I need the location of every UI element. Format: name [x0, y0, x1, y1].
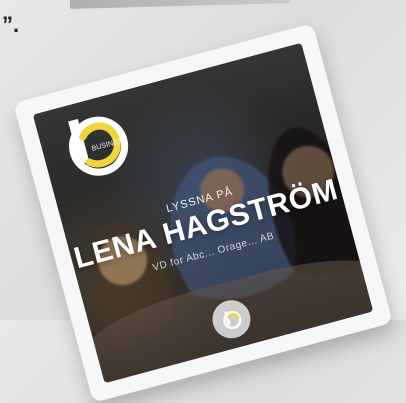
top-decorative-line: [69, 0, 291, 9]
cover-photo: BUSINESS LYSSNA PÅ LENA HAGSTRÖM VD for …: [32, 42, 374, 384]
podcast-cover-card[interactable]: BUSINESS LYSSNA PÅ LENA HAGSTRÖM VD for …: [13, 23, 393, 403]
top-strip: ”.: [0, 0, 406, 60]
quote-mark-text: ”.: [2, 12, 20, 37]
